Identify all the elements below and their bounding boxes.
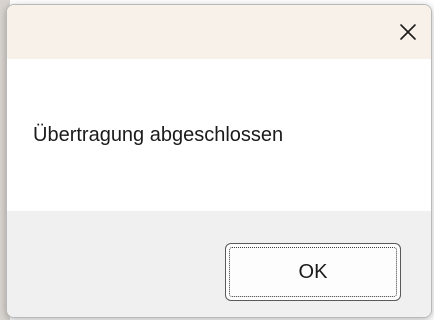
- dialog-content: Übertragung abgeschlossen: [7, 59, 431, 211]
- title-bar: [7, 5, 431, 59]
- message-dialog: Übertragung abgeschlossen OK: [6, 4, 432, 318]
- close-icon: [399, 23, 417, 41]
- dialog-footer: OK: [7, 211, 431, 317]
- ok-button[interactable]: OK: [225, 243, 401, 301]
- dialog-message: Übertragung abgeschlossen: [33, 124, 284, 146]
- close-button[interactable]: [385, 5, 431, 59]
- ok-button-label: OK: [298, 260, 328, 283]
